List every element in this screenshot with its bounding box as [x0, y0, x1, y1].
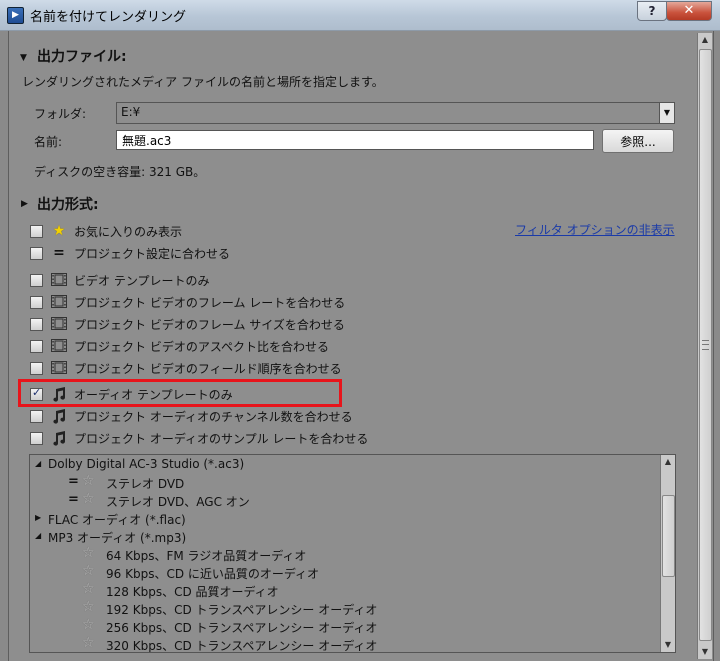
tree-group-label: FLAC オーディオ (*.flac) [48, 513, 186, 527]
scroll-thumb[interactable] [699, 49, 712, 641]
film-icon [50, 315, 68, 333]
option-label: プロジェクト オーディオのサンプル レートを合わせる [74, 432, 369, 446]
folder-value: E:¥ [121, 105, 141, 119]
scroll-up-arrow-icon[interactable]: ▲ [698, 33, 712, 47]
equals-icon: = [53, 245, 65, 261]
tree-item-label: 128 Kbps、CD 品質オーディオ [106, 585, 279, 599]
dialog-content: ▼ 出力ファイル: レンダリングされたメディア ファイルの名前と場所を指定します… [8, 31, 714, 661]
scroll-down-arrow-icon[interactable]: ▼ [661, 638, 675, 652]
option-label: プロジェクト オーディオのチャンネル数を合わせる [74, 410, 353, 424]
checkbox[interactable] [30, 318, 43, 331]
option-label: プロジェクト ビデオのフレーム レートを合わせる [74, 296, 346, 310]
music-note-icon [50, 429, 68, 447]
tree-item-label: ステレオ DVD、AGC オン [106, 495, 250, 509]
scroll-thumb[interactable] [662, 495, 675, 577]
output-file-heading: 出力ファイル: [37, 49, 127, 65]
dropdown-arrow-icon[interactable]: ▼ [659, 103, 674, 123]
checkbox[interactable] [30, 432, 43, 445]
tree-item-label: 320 Kbps、CD トランスペアレンシー オーディオ [106, 639, 378, 653]
output-file-description: レンダリングされたメディア ファイルの名前と場所を指定します。 [22, 75, 384, 89]
scroll-down-arrow-icon[interactable]: ▼ [698, 645, 712, 659]
tree-scrollbar[interactable]: ▲ ▼ [660, 455, 675, 652]
option-label: お気に入りのみ表示 [74, 225, 183, 239]
music-note-icon [50, 407, 68, 425]
folder-combobox[interactable]: E:¥ ▼ [116, 102, 675, 124]
expand-triangle-icon[interactable]: ▶ [21, 199, 28, 209]
format-tree[interactable]: ◢ Dolby Digital AC-3 Studio (*.ac3) = ☆ … [29, 454, 676, 653]
checkbox[interactable] [30, 340, 43, 353]
checkbox[interactable] [30, 247, 43, 260]
name-input[interactable] [116, 130, 594, 150]
disk-space-text: ディスクの空き容量: 321 GB。 [34, 165, 206, 179]
browse-button[interactable]: 参照... [602, 129, 674, 153]
option-label: ビデオ テンプレートのみ [74, 274, 210, 288]
checkbox[interactable] [30, 362, 43, 375]
music-note-icon [50, 385, 68, 403]
tree-item-label: ステレオ DVD [106, 477, 185, 491]
star-outline-icon[interactable]: ☆ [82, 473, 95, 489]
checkbox[interactable] [30, 296, 43, 309]
option-label: プロジェクト設定に合わせる [74, 247, 231, 261]
option-label: プロジェクト ビデオのフレーム サイズを合わせる [74, 318, 345, 332]
star-outline-icon[interactable]: ☆ [82, 617, 95, 633]
collapse-triangle-icon[interactable]: ▼ [20, 53, 27, 63]
tree-group-label: Dolby Digital AC-3 Studio (*.ac3) [48, 457, 245, 471]
tree-item-label: 64 Kbps、FM ラジオ品質オーディオ [106, 549, 307, 563]
star-outline-icon[interactable]: ☆ [82, 545, 95, 561]
name-label: 名前: [34, 135, 63, 149]
film-icon [50, 337, 68, 355]
checkbox[interactable] [30, 274, 43, 287]
option-label: オーディオ テンプレートのみ [74, 388, 233, 402]
tree-item-label: 256 Kbps、CD トランスペアレンシー オーディオ [106, 621, 378, 635]
title-bar: ▶ 名前を付けてレンダリング ? ✕ [0, 0, 720, 31]
checkbox[interactable] [30, 225, 43, 238]
star-outline-icon[interactable]: ☆ [82, 599, 95, 615]
close-button[interactable]: ✕ [666, 1, 712, 21]
film-icon [50, 359, 68, 377]
main-scrollbar[interactable]: ▲ ▼ [697, 33, 712, 659]
option-label: プロジェクト ビデオのアスペクト比を合わせる [74, 340, 329, 354]
window-title: 名前を付けてレンダリング [30, 10, 187, 25]
app-icon: ▶ [7, 7, 24, 24]
folder-label: フォルダ: [34, 107, 87, 121]
tree-item-label: 192 Kbps、CD トランスペアレンシー オーディオ [106, 603, 378, 617]
collapse-arrow-icon[interactable]: ◢ [35, 531, 41, 540]
tree-group-label: MP3 オーディオ (*.mp3) [48, 531, 187, 545]
film-icon [50, 271, 68, 289]
checkbox-checked[interactable] [30, 386, 43, 401]
star-outline-icon[interactable]: ☆ [82, 635, 95, 651]
star-icon: ★ [52, 223, 66, 239]
option-label: プロジェクト ビデオのフィールド順序を合わせる [74, 362, 342, 376]
checkbox[interactable] [30, 410, 43, 423]
equals-icon: = [68, 474, 79, 489]
help-button[interactable]: ? [637, 1, 667, 21]
collapse-arrow-icon[interactable]: ◢ [35, 459, 41, 468]
scroll-up-arrow-icon[interactable]: ▲ [661, 455, 675, 469]
star-outline-icon[interactable]: ☆ [82, 491, 95, 507]
expand-arrow-icon[interactable]: ▶ [35, 513, 41, 522]
star-outline-icon[interactable]: ☆ [82, 563, 95, 579]
star-outline-icon[interactable]: ☆ [82, 581, 95, 597]
hide-filter-options-link[interactable]: フィルタ オプションの非表示 [515, 221, 675, 238]
output-format-heading: 出力形式: [37, 197, 99, 213]
film-icon [50, 293, 68, 311]
equals-icon: = [68, 492, 79, 507]
tree-item-label: 96 Kbps、CD に近い品質のオーディオ [106, 567, 320, 581]
